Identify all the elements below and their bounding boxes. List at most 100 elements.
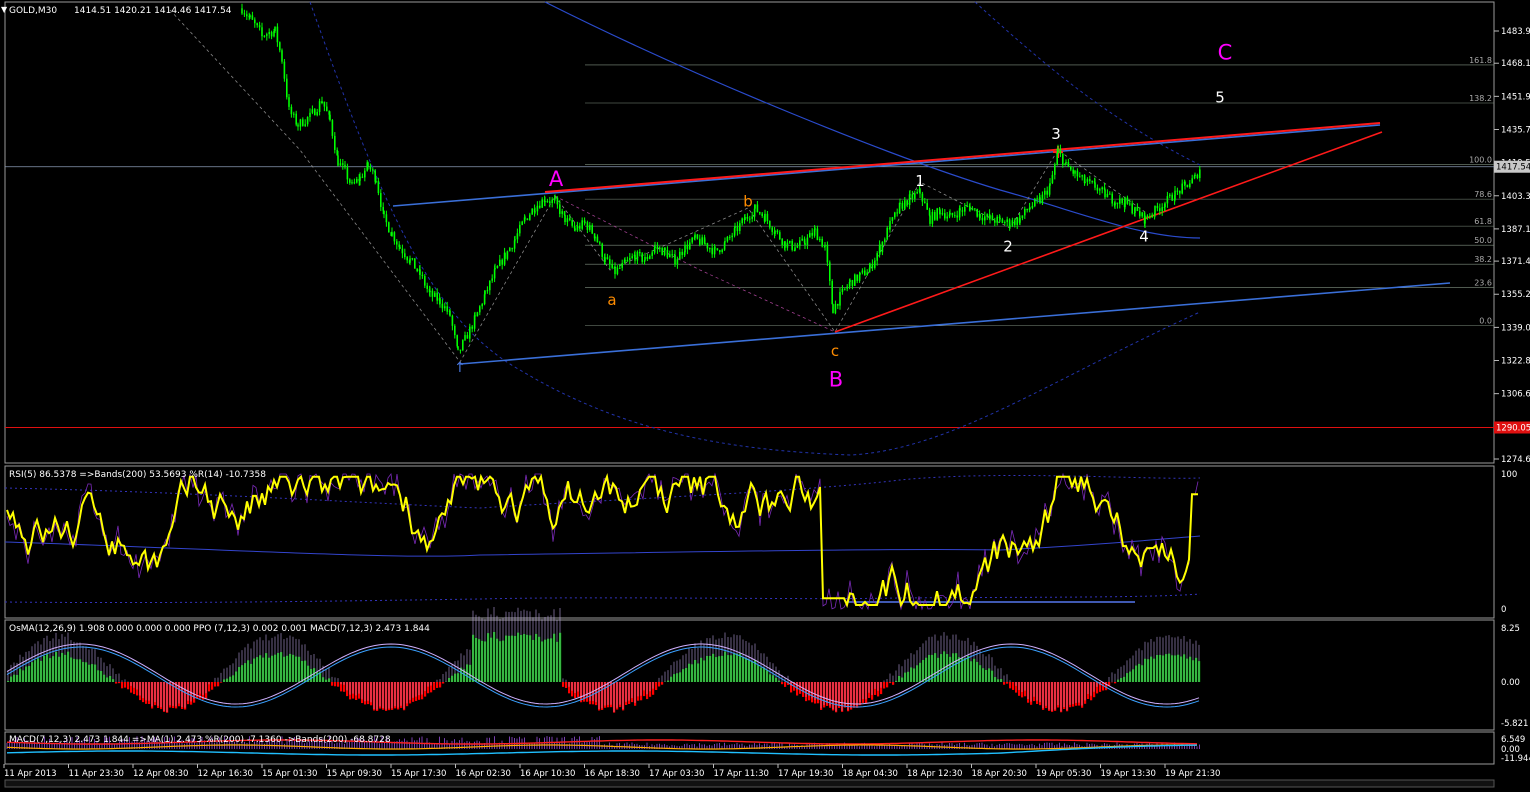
candle-body (326, 107, 328, 112)
candle-body (277, 27, 279, 43)
candle-body (499, 260, 501, 266)
dropdown-icon[interactable]: ▼ (1, 5, 8, 14)
low-arrow-icon: ↑ (454, 360, 466, 376)
candle-body (587, 222, 589, 230)
candle-body (609, 259, 611, 264)
candle-body (479, 306, 481, 312)
candle-body (679, 252, 681, 259)
wave-label-C: C (1218, 40, 1233, 64)
price-tick-label: 1403.35 (1501, 192, 1530, 202)
candle-body (307, 117, 309, 124)
osma-bar (121, 682, 123, 688)
candle-body (1042, 195, 1044, 203)
horizontal-scrollbar[interactable] (5, 780, 1494, 787)
osma-bar (115, 682, 117, 684)
candle-body (779, 232, 781, 239)
candle-body (246, 14, 248, 16)
candle-body (856, 275, 858, 281)
candle-body (992, 215, 994, 220)
candle-body (854, 275, 856, 286)
candle-body (819, 239, 821, 240)
candle-body (1019, 218, 1021, 223)
candle-body (364, 171, 366, 178)
candle-body (534, 211, 536, 212)
wave-label-4: 4 (1139, 227, 1149, 245)
candle-body (1199, 169, 1201, 178)
price-tick-label: 1468.15 (1501, 59, 1530, 69)
wave-label-A: A (549, 167, 564, 191)
candle-body (394, 232, 396, 241)
fib-level-label: 0.0 (1479, 317, 1492, 326)
candle-body (589, 225, 591, 230)
candle-body (1114, 203, 1116, 206)
candle-body (1054, 164, 1056, 174)
osma-bar (784, 682, 786, 687)
time-tick-label: 17 Apr 19:30 (778, 769, 833, 779)
candle-body (1147, 216, 1149, 218)
candle-body (956, 215, 958, 217)
candle-body (1044, 191, 1046, 195)
candle-body (671, 254, 673, 255)
candle-body (767, 214, 769, 221)
candle-body (477, 312, 479, 316)
candle-body (984, 216, 986, 220)
candle-body (934, 212, 936, 220)
candle-body (261, 34, 263, 36)
candle-body (524, 217, 526, 218)
candle-body (316, 112, 318, 115)
candle-body (254, 20, 256, 24)
candle-body (896, 212, 898, 213)
candle-body (372, 169, 374, 170)
candle-body (669, 254, 671, 257)
candle-body (244, 13, 246, 14)
candle-body (474, 315, 476, 316)
candle-body (517, 233, 519, 239)
candle-body (391, 232, 393, 236)
candle-body (721, 250, 723, 252)
osma-bar (1012, 682, 1014, 690)
time-tick-label: 18 Apr 04:30 (843, 769, 898, 779)
candle-body (471, 327, 473, 329)
candle-body (1079, 176, 1081, 177)
candle-body (1109, 194, 1111, 195)
candle-body (924, 202, 926, 203)
candle-body (347, 167, 349, 179)
candle-body (654, 246, 656, 248)
candle-body (994, 220, 996, 222)
candle-body (942, 213, 944, 214)
osma-bar (658, 682, 660, 686)
candle-body (569, 218, 571, 220)
candle-body (264, 36, 266, 37)
candle-body (419, 269, 421, 275)
candle-body (741, 218, 743, 223)
time-tick-label: 15 Apr 01:30 (262, 769, 317, 779)
wave-label-a: a (607, 291, 616, 309)
wave-label-3: 3 (1051, 125, 1061, 143)
candle-body (1009, 225, 1011, 226)
osma-bar (337, 682, 339, 687)
chart-window[interactable]: GOLD,M30 1414.51 1420.21 1414.46 1417.54… (0, 0, 1530, 788)
time-tick-label: 18 Apr 20:30 (972, 769, 1027, 779)
main-panel[interactable] (5, 2, 1494, 463)
candle-body (266, 34, 268, 36)
candle-body (687, 245, 689, 249)
candle-body (1131, 203, 1133, 213)
candle-body (986, 214, 988, 216)
candle-body (694, 234, 696, 237)
candle-body (1089, 179, 1091, 181)
osma-tick-label: -5.821 (1501, 719, 1528, 729)
wave-label-5: 5 (1215, 88, 1225, 106)
candle-body (771, 228, 773, 232)
candle-body (634, 255, 636, 261)
candle-body (302, 119, 304, 126)
candle-body (866, 272, 868, 275)
candle-body (949, 215, 951, 217)
candle-body (1141, 212, 1143, 216)
candle-body (839, 292, 841, 306)
candle-body (939, 210, 941, 215)
chart-canvas[interactable]: GOLD,M30 1414.51 1420.21 1414.46 1417.54… (0, 0, 1530, 788)
candle-body (529, 215, 531, 220)
candle-body (862, 270, 864, 272)
osma-tick-label: 0.00 (1501, 678, 1520, 688)
candle-body (564, 211, 566, 215)
